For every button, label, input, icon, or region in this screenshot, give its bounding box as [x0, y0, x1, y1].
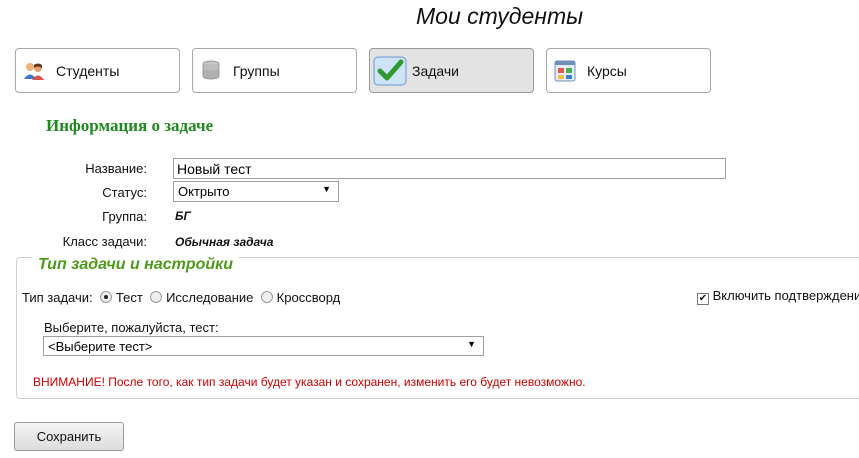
tab-tasks[interactable]: Задачи	[369, 48, 534, 93]
checkmark-icon	[372, 53, 408, 89]
status-label: Статус:	[102, 185, 147, 200]
class-label: Класс задачи:	[62, 234, 147, 249]
chevron-down-icon: ▼	[467, 339, 476, 349]
database-icon	[199, 59, 223, 83]
group-value: БГ	[175, 209, 191, 223]
confirm-label[interactable]: Включить подтверждение	[713, 288, 859, 303]
tab-students[interactable]: Студенты	[15, 48, 180, 93]
radio-test[interactable]	[100, 291, 113, 303]
test-select-value: <Выберите тест>	[48, 339, 153, 354]
chevron-down-icon: ▼	[322, 184, 331, 194]
task-type-group: Тип задачи: Тест Исследование Кроссворд	[22, 290, 340, 305]
class-value: Обычная задача	[175, 235, 274, 249]
test-select-label: Выберите, пожалуйста, тест:	[44, 320, 219, 335]
task-type-label: Тип задачи:	[22, 290, 93, 305]
page-title: Мои студенты	[416, 3, 584, 29]
tab-label: Студенты	[56, 62, 120, 79]
save-button[interactable]: Сохранить	[14, 422, 124, 451]
name-input[interactable]	[173, 158, 726, 179]
tab-groups[interactable]: Группы	[192, 48, 357, 93]
radio-test-label[interactable]: Тест	[116, 290, 143, 305]
tab-label: Группы	[233, 62, 280, 79]
status-select[interactable]: Октрыто ▼	[173, 181, 339, 202]
group-label: Группа:	[102, 209, 147, 224]
name-label: Название:	[85, 161, 147, 176]
tab-label: Курсы	[587, 62, 627, 79]
radio-research[interactable]	[150, 291, 163, 303]
radio-research-label[interactable]: Исследование	[166, 290, 253, 305]
confirm-option[interactable]: ✔ Включить подтверждение	[697, 288, 859, 305]
tab-label: Задачи	[412, 62, 460, 79]
status-select-value: Октрыто	[178, 184, 230, 199]
radio-crossword-label[interactable]: Кроссворд	[277, 290, 341, 305]
tab-courses[interactable]: Курсы	[546, 48, 711, 93]
section-title: Информация о задаче	[46, 116, 214, 135]
courses-icon	[553, 59, 577, 83]
settings-legend: Тип задачи и настройки	[32, 256, 240, 274]
radio-crossword[interactable]	[261, 291, 274, 303]
students-icon	[22, 59, 46, 83]
warning-message: ВНИМАНИЕ! После того, как тип задачи буд…	[33, 375, 586, 389]
test-select[interactable]: <Выберите тест> ▼	[43, 336, 484, 356]
confirm-checkbox[interactable]: ✔	[697, 293, 709, 305]
